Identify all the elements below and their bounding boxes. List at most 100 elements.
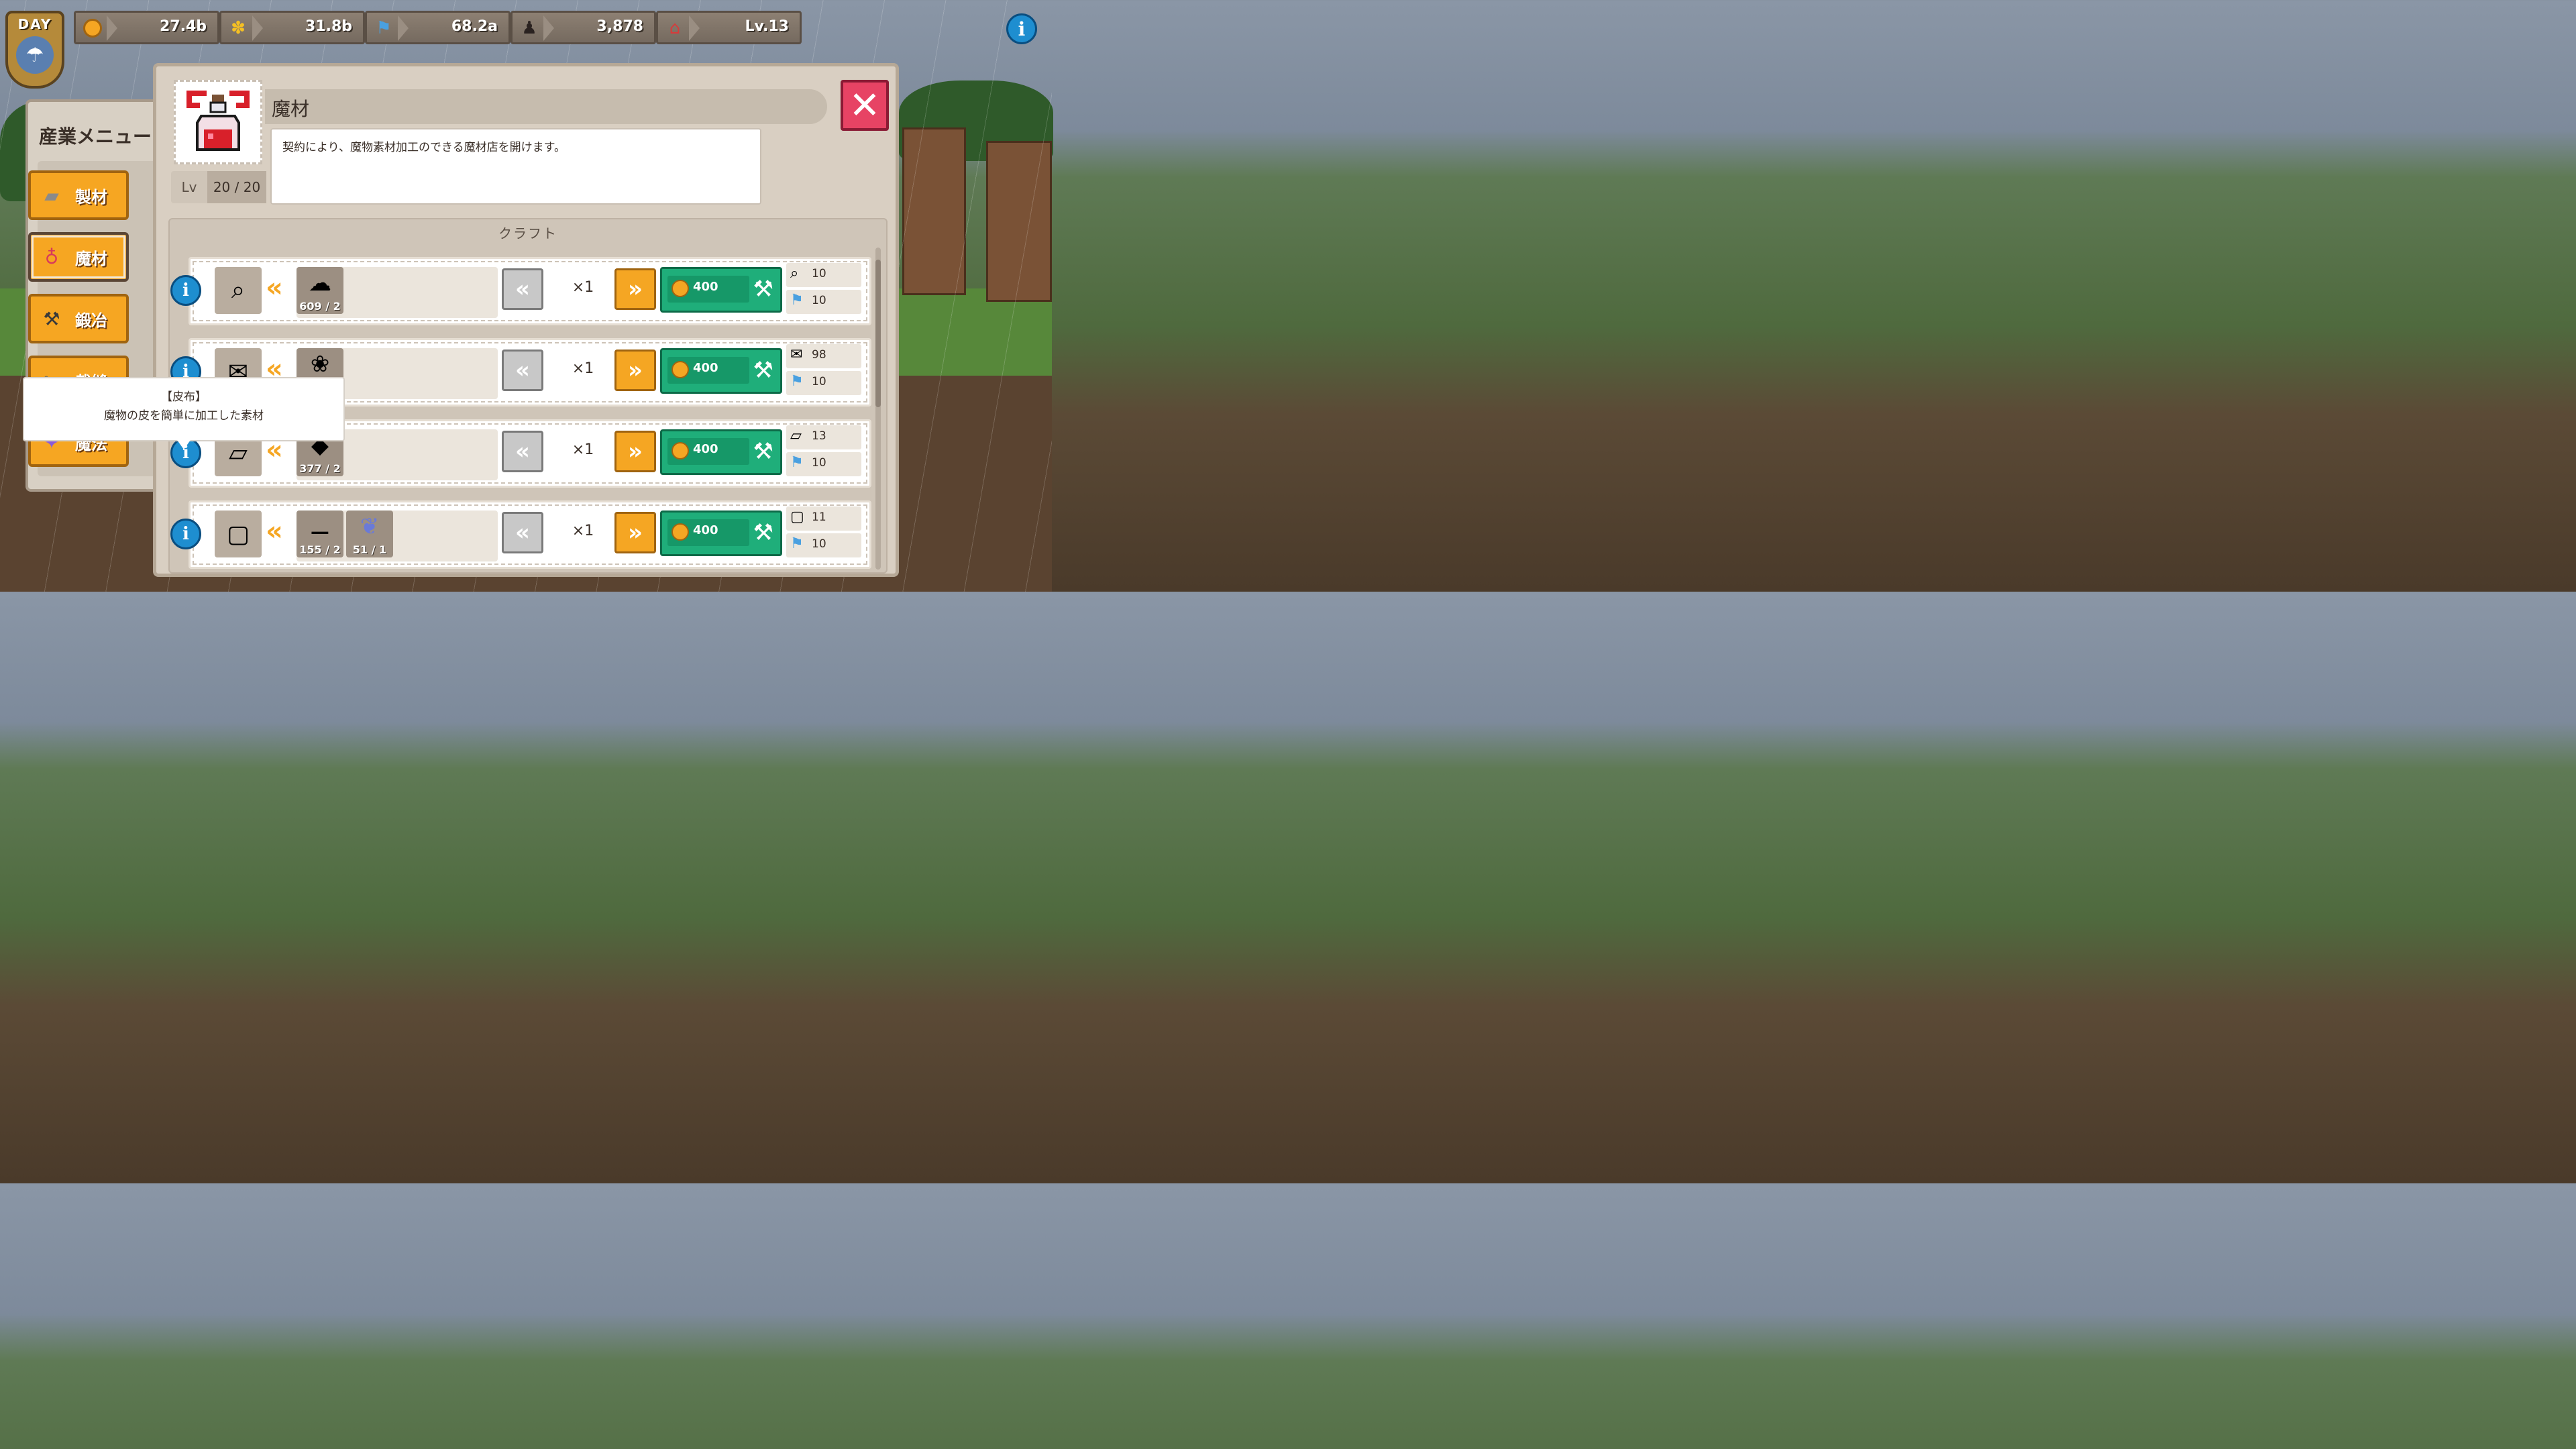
reward-flag: ⚑ 10	[786, 452, 861, 476]
day-label: DAY	[17, 16, 52, 32]
medal-value: 31.8b	[305, 18, 352, 35]
anvil-icon: ⚒	[43, 307, 60, 330]
craft-row: i ▢ « ⚊ 155 / 2 ❦ 51 / 1 « ×1 » 400 ⚒ ▢ …	[170, 500, 871, 569]
material-count: 51 / 1	[352, 543, 387, 556]
decrease-quantity-button[interactable]: «	[502, 512, 543, 553]
craft-scroll-thumb[interactable]	[875, 260, 881, 407]
flag-icon: ⚑	[790, 454, 804, 471]
cloth-icon: ▢	[790, 508, 804, 525]
industry-item-lumber[interactable]: ▰ 製材	[28, 170, 129, 220]
quantity-multiplier: ×1	[572, 441, 594, 458]
industry-item-label: 魔材	[75, 249, 107, 268]
material-slot[interactable]: ☁ 609 / 2	[297, 267, 343, 314]
craft-button[interactable]: 400 ⚒	[660, 429, 782, 475]
town-level-value: Lv.13	[745, 18, 789, 35]
material-slot[interactable]: ⚊ 155 / 2	[297, 511, 343, 557]
flag-icon: ⚑	[790, 535, 804, 552]
level-value: 20 / 20	[207, 171, 266, 203]
tooltip-title: 【皮布】	[161, 390, 207, 404]
chevron-left-icon: «	[266, 516, 283, 547]
wing-icon: ❦	[360, 513, 380, 540]
material-count: 155 / 2	[299, 543, 341, 556]
industry-item-label: 製材	[75, 187, 107, 207]
decrease-quantity-button[interactable]: «	[502, 350, 543, 391]
quantity-multiplier: ×1	[572, 279, 594, 296]
material-count: 609 / 2	[299, 300, 341, 313]
reward-value: 13	[812, 429, 826, 443]
industry-item-magic-material[interactable]: ♁ 魔材	[28, 232, 129, 282]
reward-item: ⌕ 10	[786, 263, 861, 287]
increase-quantity-button[interactable]: »	[614, 431, 656, 472]
reward-value: 10	[812, 294, 826, 307]
resource-medal[interactable]: ✽ 31.8b	[219, 11, 365, 44]
resource-bar: 27.4b ✽ 31.8b ⚑ 68.2a ♟ 3,878 ⌂ Lv.13	[74, 11, 802, 44]
item-tooltip: 【皮布】 魔物の皮を簡単に加工した素材	[23, 377, 345, 449]
hammer-icon: ⚒	[753, 276, 773, 303]
industry-icon-frame	[174, 80, 262, 164]
tooltip-body: 魔物の皮を簡単に加工した素材	[104, 409, 264, 423]
lumber-icon: ▰	[44, 184, 59, 207]
industry-item-blacksmith[interactable]: ⚒ 鍛冶	[28, 294, 129, 343]
quantity-multiplier: ×1	[572, 360, 594, 377]
hammer-icon: ⚒	[753, 519, 773, 546]
house	[902, 127, 966, 295]
magnifier-icon[interactable]: ⌕	[215, 267, 262, 314]
craft-cost: 400	[693, 280, 718, 294]
reward-item: ▢ 11	[786, 506, 861, 531]
reward-value: 98	[812, 348, 826, 362]
reward-item: ▱ 13	[786, 425, 861, 449]
increase-quantity-button[interactable]: »	[614, 512, 656, 553]
gold-coin-icon	[672, 361, 689, 378]
craft-button[interactable]: 400 ⚒	[660, 267, 782, 313]
craft-cost: 400	[693, 442, 718, 456]
industry-name: 魔材	[272, 98, 310, 120]
cloth-icon[interactable]: ▢	[215, 511, 262, 557]
gold-coin-icon	[672, 442, 689, 460]
cotton-icon: ☁	[309, 270, 331, 297]
gold-coin-icon	[81, 17, 104, 40]
herb-icon: ❀	[310, 351, 330, 378]
craft-heading: クラフト	[498, 225, 557, 241]
increase-quantity-button[interactable]: »	[614, 268, 656, 310]
scroll-icon: ✉	[790, 346, 803, 363]
house-icon: ⌂	[669, 18, 681, 38]
quantity-multiplier: ×1	[572, 523, 594, 539]
reward-value: 10	[812, 537, 826, 551]
chevron-left-icon: «	[266, 272, 283, 303]
material-slot[interactable]: ❦ 51 / 1	[346, 511, 393, 557]
increase-quantity-button[interactable]: »	[614, 350, 656, 391]
resource-flag[interactable]: ⚑ 68.2a	[365, 11, 511, 44]
reward-flag: ⚑ 10	[786, 371, 861, 395]
craft-button[interactable]: 400 ⚒	[660, 348, 782, 394]
resource-town-level[interactable]: ⌂ Lv.13	[656, 11, 802, 44]
industry-name-bar: 魔材	[265, 89, 827, 124]
resource-gold[interactable]: 27.4b	[74, 11, 219, 44]
reward-value: 10	[812, 375, 826, 388]
gold-coin-icon	[672, 280, 689, 297]
craft-cost: 400	[693, 361, 718, 375]
close-button[interactable]: ✕	[841, 80, 889, 131]
level-label: Lv	[181, 179, 197, 195]
craft-button[interactable]: 400 ⚒	[660, 511, 782, 556]
info-icon[interactable]: i	[170, 275, 201, 306]
population-value: 3,878	[596, 18, 643, 35]
day-weather-badge[interactable]: DAY ☂	[5, 11, 64, 89]
reward-flag: ⚑ 10	[786, 290, 861, 314]
craft-materials: ⚊ 155 / 2 ❦ 51 / 1	[297, 511, 498, 561]
info-icon[interactable]: i	[1006, 13, 1037, 44]
decrease-quantity-button[interactable]: «	[502, 431, 543, 472]
magnifier-icon: ⌕	[790, 265, 799, 282]
villager-icon: ♟	[521, 18, 537, 38]
flag-value: 68.2a	[451, 18, 498, 35]
info-icon[interactable]: i	[170, 519, 201, 549]
decrease-quantity-button[interactable]: «	[502, 268, 543, 310]
craft-cost: 400	[693, 523, 718, 537]
hammer-icon: ⚒	[753, 438, 773, 465]
medal-icon: ✽	[231, 18, 246, 38]
industry-item-label: 鍛冶	[75, 311, 107, 330]
reward-value: 10	[812, 456, 826, 470]
industry-menu-title: 産業メニュー	[39, 125, 152, 148]
resource-population[interactable]: ♟ 3,878	[511, 11, 656, 44]
flag-icon: ⚑	[790, 292, 804, 309]
reward-value: 10	[812, 267, 826, 280]
